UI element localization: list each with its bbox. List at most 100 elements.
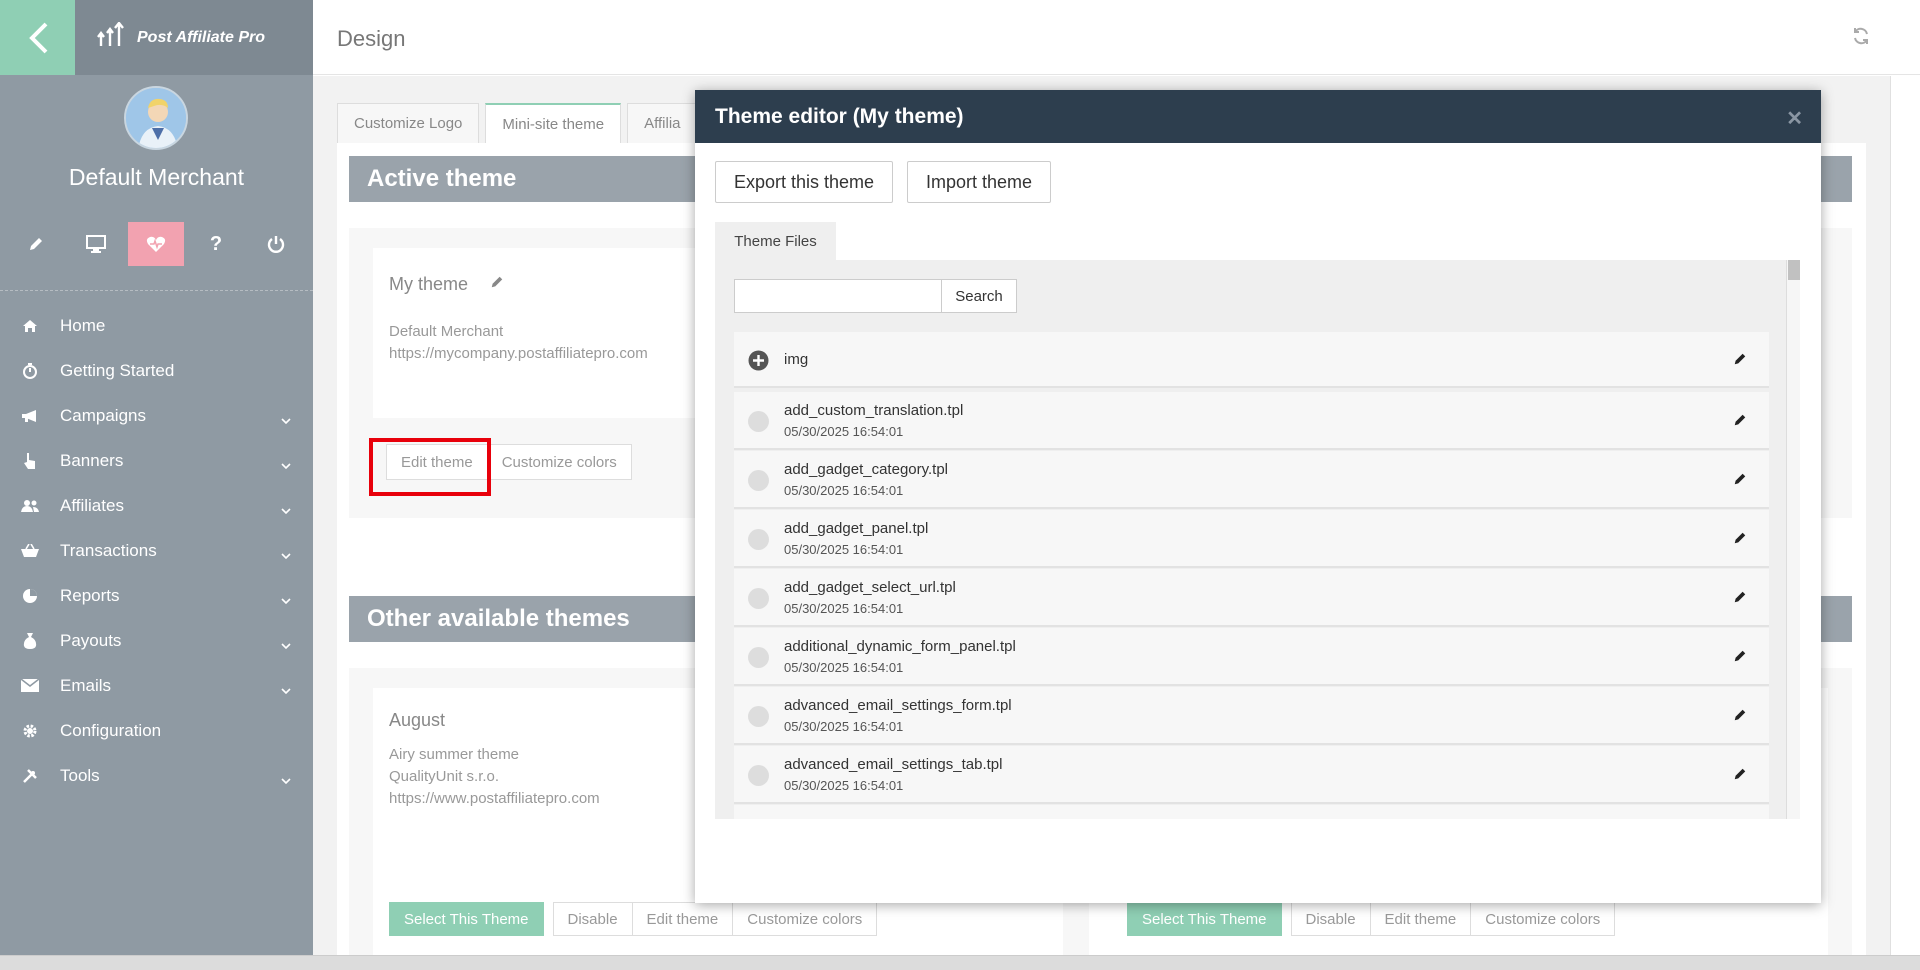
active-theme-info: My theme Default Merchant https://mycomp…: [373, 248, 703, 418]
tools-icon: [20, 768, 40, 784]
sidebar-item-banners[interactable]: Banners: [0, 438, 313, 483]
file-status-icon: [748, 470, 769, 491]
pencil-icon[interactable]: [1733, 472, 1747, 491]
file-row[interactable]: advanced_email_settings_tab.tpl 05/30/20…: [734, 746, 1769, 804]
page-scrollbar[interactable]: [1890, 76, 1920, 955]
theme-url: https://www.postaffiliatepro.com: [389, 790, 600, 807]
sidebar-item-home[interactable]: Home: [0, 303, 313, 348]
rename-theme-button[interactable]: [490, 275, 504, 294]
import-theme-button[interactable]: Import theme: [907, 161, 1052, 203]
pencil-icon[interactable]: [1733, 590, 1747, 609]
select-theme-button[interactable]: Select This Theme: [389, 902, 544, 936]
file-date: 05/30/2025 16:54:01: [784, 483, 904, 498]
refresh-button[interactable]: [1852, 27, 1870, 50]
theme-description: Airy summer theme: [389, 746, 520, 763]
horizontal-scrollbar[interactable]: [0, 955, 1920, 970]
pencil-icon[interactable]: [1733, 767, 1747, 786]
file-status-icon: [748, 765, 769, 786]
file-row[interactable]: add_gadget_panel.tpl 05/30/2025 16:54:01: [734, 510, 1769, 568]
scrollbar-thumb[interactable]: [1788, 260, 1800, 280]
pencil-icon[interactable]: [1733, 649, 1747, 668]
customize-colors-button[interactable]: Customize colors: [486, 444, 632, 480]
search-input[interactable]: [734, 279, 942, 313]
chevron-down-icon: [281, 454, 291, 474]
export-theme-button[interactable]: Export this theme: [715, 161, 894, 203]
search-button[interactable]: Search: [941, 279, 1017, 313]
tab-theme-files[interactable]: Theme Files: [715, 222, 836, 260]
monitor-icon: [86, 235, 106, 253]
sidebar-item-emails[interactable]: Emails: [0, 663, 313, 708]
file-row[interactable]: add_gadget_select_url.tpl 05/30/2025 16:…: [734, 569, 1769, 627]
sidebar-item-configuration[interactable]: Configuration: [0, 708, 313, 753]
heart-pulse-icon: [146, 236, 166, 252]
disable-button[interactable]: Disable: [552, 902, 633, 936]
edit-theme-button[interactable]: Edit theme: [631, 902, 734, 936]
folder-row[interactable]: img: [734, 332, 1769, 388]
theme-name: My theme: [389, 274, 469, 294]
file-name: add_gadget_category.tpl: [784, 461, 949, 478]
theme-files-panel: Search img add_custom_translation.tpl 05…: [715, 260, 1800, 819]
tab-mini-site-theme[interactable]: Mini-site theme: [485, 103, 622, 143]
file-name: advanced_email_settings_form.tpl: [784, 697, 1012, 714]
pie-chart-icon: [20, 588, 40, 604]
sidebar-item-transactions[interactable]: Transactions: [0, 528, 313, 573]
back-button[interactable]: [0, 0, 75, 75]
file-row[interactable]: additional_dynamic_form_panel.tpl 05/30/…: [734, 628, 1769, 686]
sidebar-divider: [0, 290, 313, 291]
sidebar: Post Affiliate Pro Default Merchant ? Ho…: [0, 0, 313, 955]
pencil-icon[interactable]: [1733, 413, 1747, 432]
customize-colors-button[interactable]: Customize colors: [1470, 902, 1616, 936]
sidebar-item-tools[interactable]: Tools: [0, 753, 313, 798]
file-row[interactable]: add_custom_translation.tpl 05/30/2025 16…: [734, 392, 1769, 450]
file-name: additional_dynamic_form_panel.tpl: [784, 638, 1016, 655]
envelope-icon: [20, 679, 40, 692]
theme-author: Default Merchant: [389, 323, 504, 340]
theme-actions: Select This Theme Disable Edit theme Cus…: [389, 902, 878, 936]
sidebar-item-label: Emails: [60, 675, 112, 695]
pointer-hand-icon: [20, 452, 40, 470]
page-title: Design: [337, 26, 406, 51]
tab-affiliate[interactable]: Affilia: [627, 103, 698, 143]
chevron-down-icon: [281, 634, 291, 654]
edit-theme-button[interactable]: Edit theme: [1369, 902, 1472, 936]
file-status-icon: [748, 529, 769, 550]
sidebar-item-reports[interactable]: Reports: [0, 573, 313, 618]
health-button[interactable]: [128, 222, 184, 266]
pencil-icon[interactable]: [1733, 708, 1747, 727]
file-date: 05/30/2025 16:54:01: [784, 660, 904, 675]
help-button[interactable]: ?: [188, 222, 244, 266]
customize-colors-button[interactable]: Customize colors: [732, 902, 878, 936]
file-date: 05/30/2025 16:54:01: [784, 719, 904, 734]
file-name: add_gadget_panel.tpl: [784, 520, 929, 537]
tab-customize-logo[interactable]: Customize Logo: [337, 103, 480, 143]
sidebar-item-campaigns[interactable]: Campaigns: [0, 393, 313, 438]
sidebar-item-label: Banners: [60, 450, 124, 470]
file-row[interactable]: add_gadget_category.tpl 05/30/2025 16:54…: [734, 451, 1769, 509]
file-name: add_custom_translation.tpl: [784, 402, 964, 419]
chevron-down-icon: [281, 544, 291, 564]
file-row[interactable]: advanced_email_settings_form.tpl 05/30/2…: [734, 687, 1769, 745]
disable-button[interactable]: Disable: [1290, 902, 1371, 936]
pencil-icon[interactable]: [1733, 531, 1747, 550]
help-icon: ?: [209, 232, 223, 255]
sidebar-item-payouts[interactable]: Payouts: [0, 618, 313, 663]
sidebar-menu: Home Getting Started Campaigns Banners A…: [0, 303, 313, 798]
select-theme-button[interactable]: Select This Theme: [1127, 902, 1282, 936]
theme-name: August: [389, 710, 446, 730]
edit-profile-button[interactable]: [8, 222, 64, 266]
monitor-button[interactable]: [68, 222, 124, 266]
logout-button[interactable]: [248, 222, 304, 266]
chevron-down-icon: [281, 409, 291, 429]
sidebar-item-getting-started[interactable]: Getting Started: [0, 348, 313, 393]
expand-folder-icon[interactable]: [748, 350, 769, 376]
pencil-icon[interactable]: [1733, 352, 1747, 371]
stopwatch-icon: [20, 362, 40, 379]
close-icon[interactable]: ✕: [1786, 106, 1803, 131]
file-row[interactable]: [734, 805, 1769, 819]
brand-logo[interactable]: Post Affiliate Pro: [75, 0, 313, 75]
avatar[interactable]: [124, 86, 188, 150]
sidebar-item-affiliates[interactable]: Affiliates: [0, 483, 313, 528]
file-status-icon: [748, 647, 769, 668]
files-scrollbar[interactable]: [1786, 260, 1800, 819]
file-date: 05/30/2025 16:54:01: [784, 424, 904, 439]
